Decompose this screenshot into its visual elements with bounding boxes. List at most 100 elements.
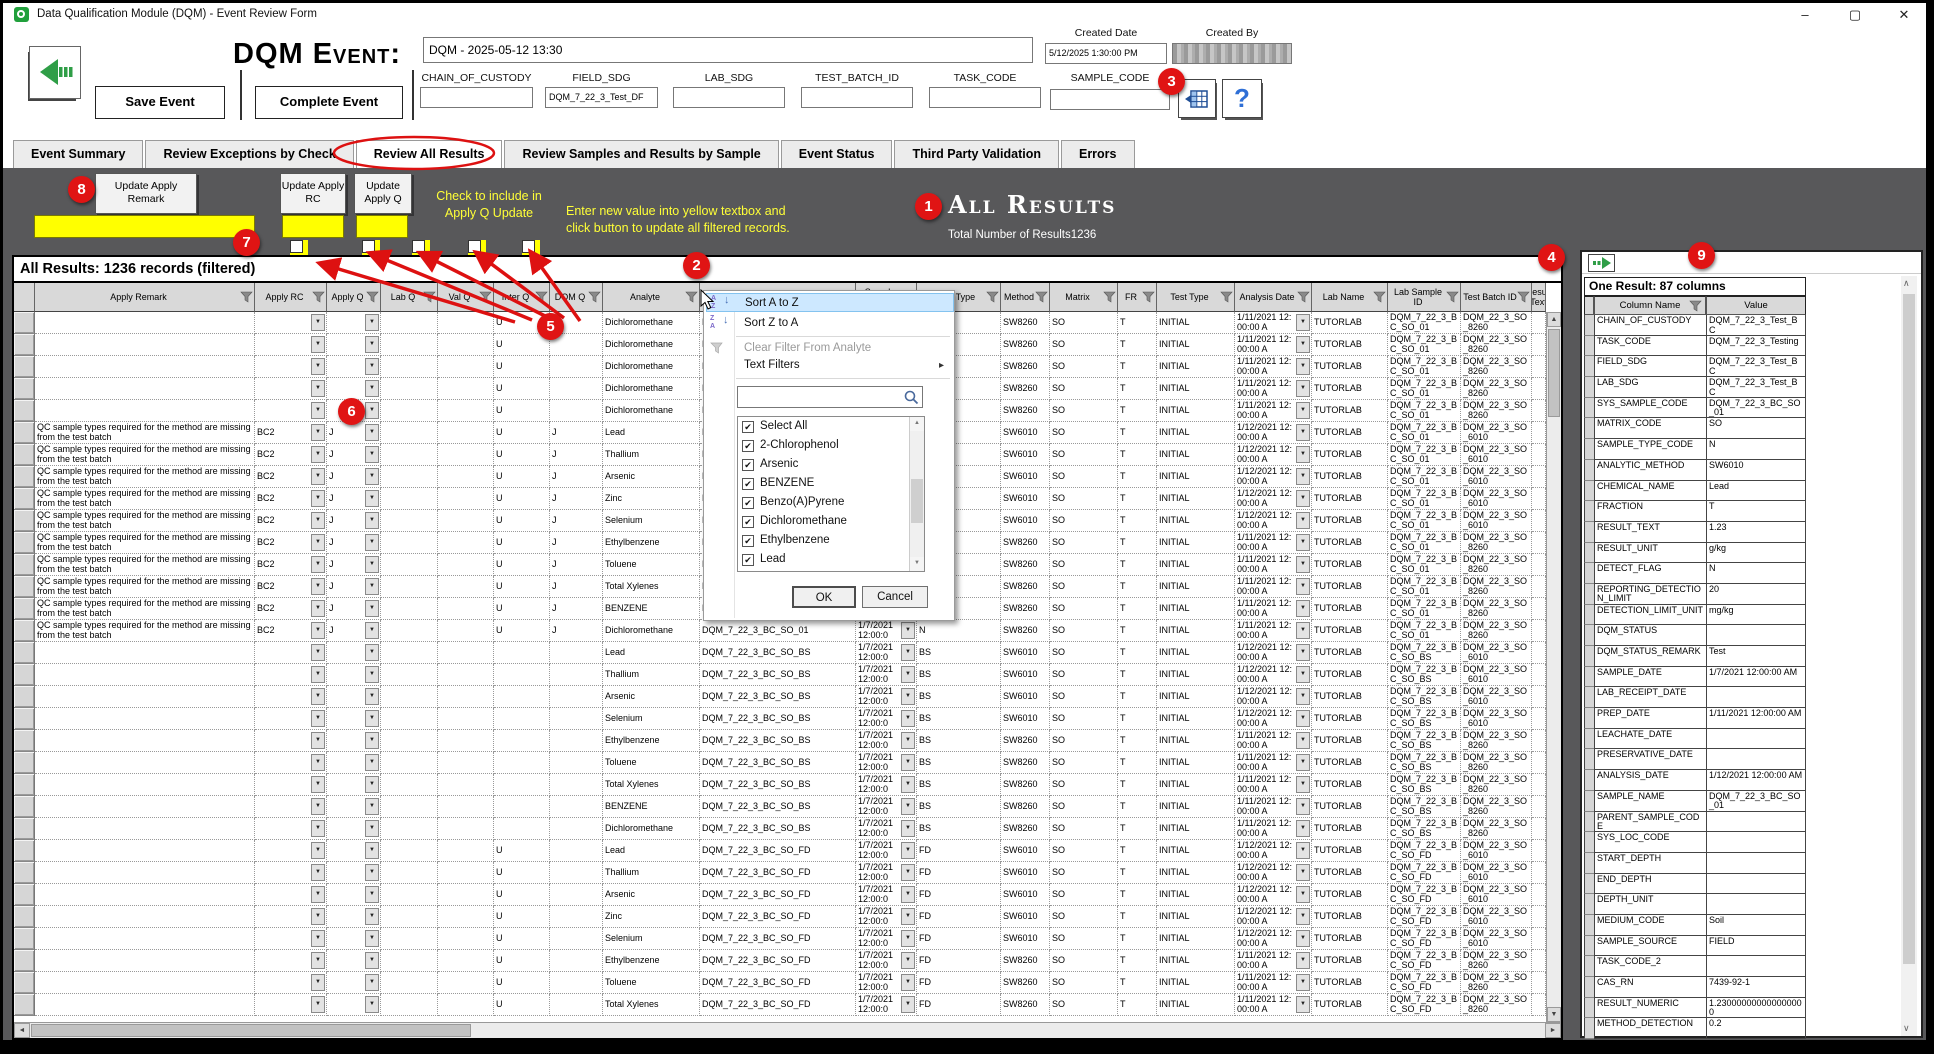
grid-cell-rc[interactable]: BC2▼ xyxy=(255,422,327,444)
grid-cell-q[interactable]: ▼ xyxy=(327,950,381,972)
row-selector[interactable] xyxy=(1584,729,1594,750)
column-header-dqm_q[interactable]: DQM Q xyxy=(550,283,603,312)
grid-cell-result_text[interactable] xyxy=(1532,598,1546,620)
row-selector[interactable] xyxy=(1584,460,1594,481)
grid-cell-sample[interactable]: DQM_7_22_3_BC_SO_FD xyxy=(700,840,856,862)
grid-cell-analysis_date[interactable]: 1/12/2021 12:00:00 A▼ xyxy=(1235,466,1312,488)
grid-cell-rc[interactable]: BC2▼ xyxy=(255,444,327,466)
grid-cell-q[interactable]: ▼ xyxy=(327,664,381,686)
grid-cell-lab_q[interactable] xyxy=(381,928,438,950)
back-button[interactable] xyxy=(29,46,81,99)
grid-cell-q[interactable]: J▼ xyxy=(327,598,381,620)
grid-cell-test_batch_id[interactable]: DQM_22_3_SO_8260 xyxy=(1461,774,1532,796)
grid-cell-result_text[interactable] xyxy=(1532,400,1546,422)
grid-cell-rc[interactable]: ▼ xyxy=(255,972,327,994)
grid-cell-dqm_q[interactable] xyxy=(550,686,603,708)
cell-dropdown-button[interactable]: ▼ xyxy=(365,578,379,595)
filter-item-dichloromethane[interactable]: ✔Dichloromethane xyxy=(738,512,924,531)
grid-cell-sample[interactable]: DQM_7_22_3_BC_SO_BS xyxy=(700,664,856,686)
grid-cell-matrix[interactable]: SO xyxy=(1050,466,1118,488)
cell-dropdown-button[interactable]: ▼ xyxy=(901,644,915,661)
cell-dropdown-button[interactable]: ▼ xyxy=(365,666,379,683)
cell-dropdown-button[interactable]: ▼ xyxy=(311,666,325,683)
cell-dropdown-button[interactable]: ▼ xyxy=(901,710,915,727)
grid-cell-result_text[interactable] xyxy=(1532,422,1546,444)
grid-cell-selector[interactable] xyxy=(14,444,35,466)
column-header-method[interactable]: Method xyxy=(1001,283,1050,312)
grid-cell-test_type[interactable]: INITIAL xyxy=(1157,840,1235,862)
grid-cell-val_q[interactable] xyxy=(438,422,494,444)
grid-cell-q[interactable]: ▼ xyxy=(327,884,381,906)
row-selector[interactable] xyxy=(1584,894,1594,915)
grid-cell-test_type[interactable]: INITIAL xyxy=(1157,730,1235,752)
grid-cell-analyte[interactable]: Arsenic xyxy=(603,884,700,906)
grid-cell-analyte[interactable]: Total Xylenes xyxy=(603,576,700,598)
cell-dropdown-button[interactable]: ▼ xyxy=(365,534,379,551)
grid-cell-test_type[interactable]: INITIAL xyxy=(1157,400,1235,422)
grid-cell-analyte[interactable]: Arsenic xyxy=(603,466,700,488)
grid-cell-q[interactable]: ▼ xyxy=(327,774,381,796)
grid-cell-method[interactable]: SW8260 xyxy=(1001,576,1050,598)
grid-cell-matrix[interactable]: SO xyxy=(1050,400,1118,422)
grid-cell-rc[interactable]: ▼ xyxy=(255,840,327,862)
cell-dropdown-button[interactable]: ▼ xyxy=(311,820,325,837)
row-selector[interactable] xyxy=(1584,356,1594,377)
grid-cell-fr[interactable]: T xyxy=(1118,686,1157,708)
grid-cell-samp_type[interactable]: FD xyxy=(917,994,1001,1016)
grid-cell-inter_q[interactable]: U xyxy=(494,510,550,532)
grid-cell-test_type[interactable]: INITIAL xyxy=(1157,708,1235,730)
grid-cell-lab_sample_id[interactable]: DQM_7_22_3_BC_SO_BS xyxy=(1388,774,1461,796)
grid-cell-test_batch_id[interactable]: DQM_22_3_SO_6010 xyxy=(1461,466,1532,488)
scroll-down-arrow[interactable]: ▼ xyxy=(1547,1007,1561,1022)
grid-cell-analysis_date[interactable]: 1/11/2021 12:00:00 A▼ xyxy=(1235,532,1312,554)
grid-cell-lab_name[interactable]: TUTORLAB xyxy=(1312,884,1388,906)
row-selector[interactable] xyxy=(1584,315,1594,336)
row-selector[interactable] xyxy=(1584,874,1594,895)
cell-dropdown-button[interactable]: ▼ xyxy=(311,446,325,463)
grid-cell-val_q[interactable] xyxy=(438,356,494,378)
grid-cell-test_batch_id[interactable]: DQM_22_3_SO_8260 xyxy=(1461,818,1532,840)
cell-dropdown-button[interactable]: ▼ xyxy=(1296,908,1310,925)
grid-cell-matrix[interactable]: SO xyxy=(1050,642,1118,664)
grid-cell-method[interactable]: SW8260 xyxy=(1001,356,1050,378)
cell-dropdown-button[interactable]: ▼ xyxy=(365,842,379,859)
grid-cell-q[interactable]: ▼ xyxy=(327,642,381,664)
grid-cell-test_batch_id[interactable]: DQM_22_3_SO_8260 xyxy=(1461,378,1532,400)
grid-cell-selector[interactable] xyxy=(14,532,35,554)
grid-cell-lab_q[interactable] xyxy=(381,994,438,1016)
grid-cell-analysis_date[interactable]: 1/12/2021 12:00:00 A▼ xyxy=(1235,884,1312,906)
grid-cell-selector[interactable] xyxy=(14,554,35,576)
grid-cell-lab_q[interactable] xyxy=(381,532,438,554)
cell-dropdown-button[interactable]: ▼ xyxy=(1296,534,1310,551)
grid-cell-remark[interactable] xyxy=(35,752,255,774)
grid-cell-method[interactable]: SW8260 xyxy=(1001,818,1050,840)
grid-cell-inter_q[interactable] xyxy=(494,752,550,774)
cell-dropdown-button[interactable]: ▼ xyxy=(1296,666,1310,683)
cell-dropdown-button[interactable]: ▼ xyxy=(311,314,325,331)
filter-icon-lab_sample_id[interactable] xyxy=(1445,291,1459,304)
grid-cell-lab_sample_id[interactable]: DQM_7_22_3_BC_SO_BS xyxy=(1388,796,1461,818)
grid-cell-remark[interactable] xyxy=(35,818,255,840)
grid-cell-remark[interactable] xyxy=(35,972,255,994)
grid-cell-result_text[interactable] xyxy=(1532,928,1546,950)
scroll-thumb[interactable] xyxy=(1548,329,1560,417)
cell-dropdown-button[interactable]: ▼ xyxy=(1296,512,1310,529)
grid-cell-test_batch_id[interactable]: DQM_22_3_SO_8260 xyxy=(1461,400,1532,422)
grid-cell-fr[interactable]: T xyxy=(1118,950,1157,972)
grid-cell-matrix[interactable]: SO xyxy=(1050,532,1118,554)
grid-cell-test_batch_id[interactable]: DQM_22_3_SO_8260 xyxy=(1461,356,1532,378)
sort-a-to-z-item[interactable]: AZ↓ Sort A to Z xyxy=(706,293,954,312)
grid-cell-remark[interactable]: QC sample types required for the method … xyxy=(35,422,255,444)
filter-icon-matrix[interactable] xyxy=(1102,291,1116,304)
row-selector[interactable] xyxy=(1584,791,1594,812)
grid-cell-fr[interactable]: T xyxy=(1118,576,1157,598)
grid-cell-analysis_date[interactable]: 1/11/2021 12:00:00 A▼ xyxy=(1235,972,1312,994)
grid-cell-rc[interactable]: ▼ xyxy=(255,730,327,752)
grid-cell-sample[interactable]: DQM_7_22_3_BC_SO_FD xyxy=(700,972,856,994)
grid-cell-selector[interactable] xyxy=(14,510,35,532)
grid-cell-dqm_q[interactable]: J xyxy=(550,576,603,598)
grid-cell-selector[interactable] xyxy=(14,950,35,972)
cell-dropdown-button[interactable]: ▼ xyxy=(311,556,325,573)
grid-cell-q[interactable]: J▼ xyxy=(327,444,381,466)
grid-cell-test_type[interactable]: INITIAL xyxy=(1157,642,1235,664)
